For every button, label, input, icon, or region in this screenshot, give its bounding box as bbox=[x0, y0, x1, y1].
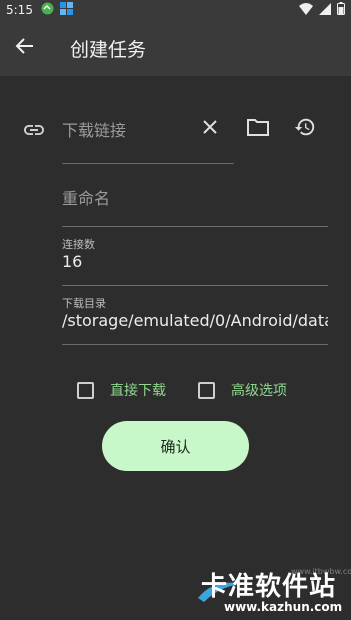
direct-download-option[interactable]: 直接下载 bbox=[77, 380, 166, 400]
watermark: www.itbwbw.com 卡准软件站 www.kazhun.com bbox=[196, 556, 351, 620]
connections-field[interactable]: 连接数 16 bbox=[62, 236, 328, 286]
advanced-options-label: 高级选项 bbox=[231, 383, 287, 399]
back-button[interactable] bbox=[0, 20, 50, 76]
direct-download-checkbox[interactable] bbox=[77, 381, 94, 399]
status-time: 5:15 bbox=[6, 3, 33, 17]
download-dir-label: 下载目录 bbox=[62, 297, 106, 310]
link-icon bbox=[22, 118, 46, 142]
rename-input[interactable] bbox=[62, 178, 328, 218]
connections-label: 连接数 bbox=[62, 238, 95, 251]
rename-field bbox=[62, 178, 328, 227]
download-dir-field[interactable]: 下载目录 /storage/emulated/0/Android/data/ bbox=[62, 295, 328, 345]
clear-url-button[interactable] bbox=[196, 115, 224, 143]
connections-value[interactable]: 16 bbox=[62, 252, 328, 271]
confirm-button[interactable]: 确认 bbox=[102, 421, 249, 471]
download-dir-value[interactable]: /storage/emulated/0/Android/data/ bbox=[62, 311, 328, 330]
page-title: 创建任务 bbox=[70, 38, 147, 61]
watermark-url: www.kazhun.com bbox=[224, 600, 343, 614]
notification-grid-icon bbox=[59, 2, 73, 18]
history-icon bbox=[294, 116, 316, 142]
watermark-brand: 卡准软件站 bbox=[201, 572, 337, 602]
direct-download-label: 直接下载 bbox=[110, 383, 166, 399]
history-button[interactable] bbox=[291, 115, 319, 143]
notification-app-icon bbox=[41, 2, 54, 18]
status-bar: 5:15 bbox=[0, 0, 351, 20]
wifi-icon bbox=[299, 2, 313, 18]
arrow-left-icon bbox=[15, 36, 35, 60]
advanced-options-checkbox[interactable] bbox=[198, 381, 215, 399]
signal-icon bbox=[319, 2, 331, 18]
battery-icon bbox=[337, 2, 345, 18]
app-bar: 创建任务 bbox=[0, 20, 351, 76]
confirm-label: 确认 bbox=[160, 437, 191, 456]
folder-icon bbox=[247, 118, 269, 140]
choose-file-button[interactable] bbox=[244, 115, 272, 143]
advanced-options-option[interactable]: 高级选项 bbox=[198, 380, 287, 400]
close-icon bbox=[202, 119, 218, 139]
